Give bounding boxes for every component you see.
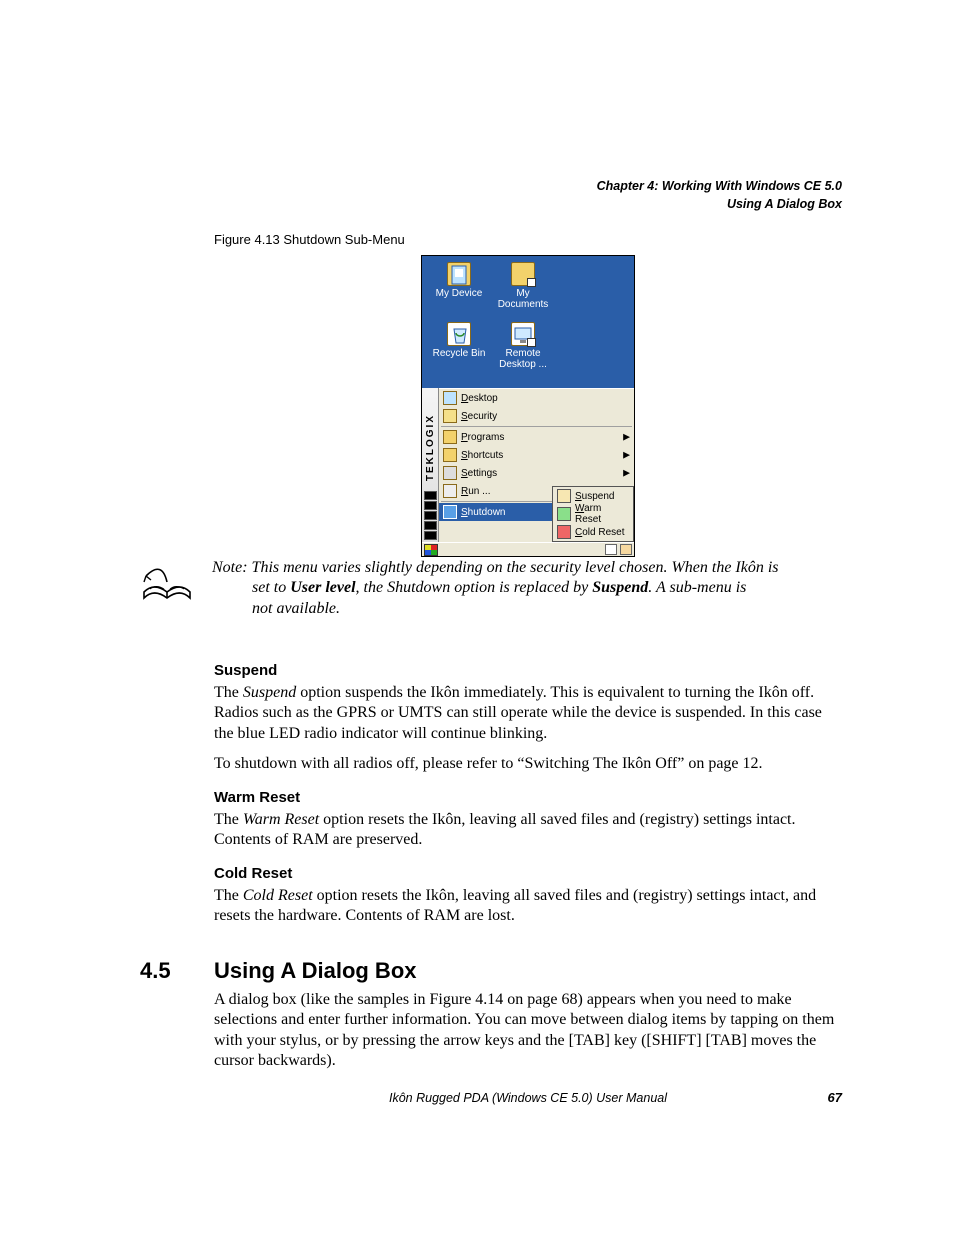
ce-screenshot: My Device My Documents Recycle Bin <box>421 255 635 557</box>
desktop-icon-label: My Documents <box>492 288 554 310</box>
text-italic: Suspend <box>243 684 296 701</box>
note-block: Note: This menu varies slightly dependin… <box>140 558 842 619</box>
page-number: 67 <box>828 1090 842 1105</box>
menu-item-shortcuts[interactable]: Shortcuts ▶ <box>439 446 634 464</box>
folder-icon <box>511 262 535 286</box>
warm-reset-icon <box>557 507 571 521</box>
header-chapter: Chapter 4: Working With Windows CE 5.0 <box>597 178 842 196</box>
gear-icon <box>443 466 457 480</box>
folder-icon <box>443 448 457 462</box>
note-strong: User level <box>290 579 355 596</box>
figure-caption: Figure 4.13 Shutdown Sub-Menu <box>214 232 842 247</box>
screenshot-wrap: My Device My Documents Recycle Bin <box>214 255 842 557</box>
start-button-icon[interactable] <box>424 544 438 556</box>
sections: Suspend The Suspend option suspends the … <box>214 648 842 937</box>
device-icon <box>447 262 471 286</box>
running-header: Chapter 4: Working With Windows CE 5.0 U… <box>597 178 842 213</box>
note-strong: Suspend <box>592 579 648 596</box>
sidebar-glyphs <box>424 491 437 542</box>
chevron-right-icon: ▶ <box>623 468 630 479</box>
text: The <box>214 887 243 904</box>
cold-reset-icon <box>557 525 571 539</box>
menu-item-label: Programs <box>461 432 504 443</box>
run-icon <box>443 484 457 498</box>
desktop-icon-my-device[interactable]: My Device <box>428 262 490 299</box>
power-icon <box>443 505 457 519</box>
note-line: not available. <box>212 599 779 619</box>
note-line: , the Shutdown option is replaced by <box>356 579 593 596</box>
header-section: Using A Dialog Box <box>597 196 842 214</box>
paragraph: The Cold Reset option resets the Ikôn, l… <box>214 886 842 927</box>
heading-suspend: Suspend <box>214 662 842 679</box>
submenu-item-warm-reset[interactable]: Warm Reset <box>553 505 633 523</box>
folder-icon <box>443 430 457 444</box>
figure-block: Figure 4.13 Shutdown Sub-Menu My Device … <box>214 232 842 567</box>
menu-item-security[interactable]: Security <box>439 407 634 425</box>
menu-item-label: Desktop <box>461 393 498 404</box>
menu-item-programs[interactable]: Programs ▶ <box>439 428 634 446</box>
desktop-icon-label: My Device <box>428 288 490 299</box>
heading-cold-reset: Cold Reset <box>214 865 842 882</box>
ce-taskbar <box>422 542 634 556</box>
menu-item-settings[interactable]: Settings ▶ <box>439 464 634 482</box>
desktop-icon-my-documents[interactable]: My Documents <box>492 262 554 310</box>
text: option suspends the Ikôn immediately. Th… <box>214 684 822 742</box>
note-line: This menu varies slightly depending on t… <box>248 559 779 576</box>
paragraph: The Suspend option suspends the Ikôn imm… <box>214 683 842 744</box>
desktop-icon-remote-desktop[interactable]: Remote Desktop ... <box>492 322 554 370</box>
section-heading-row: 4.5 Using A Dialog Box <box>140 958 842 984</box>
suspend-icon <box>557 489 571 503</box>
text-italic: Warm Reset <box>243 811 319 828</box>
submenu-item-cold-reset[interactable]: Cold Reset <box>553 523 633 541</box>
menu-separator <box>441 426 632 427</box>
text-italic: Cold Reset <box>243 887 313 904</box>
heading-warm-reset: Warm Reset <box>214 789 842 806</box>
note-line: set to <box>252 579 290 596</box>
chevron-right-icon: ▶ <box>623 432 630 443</box>
note-prefix: Note: <box>212 559 248 576</box>
paragraph: A dialog box (like the samples in Figure… <box>214 990 842 1072</box>
paragraph: The Warm Reset option resets the Ikôn, l… <box>214 810 842 851</box>
menu-item-label: Security <box>461 411 497 422</box>
menu-item-desktop[interactable]: Desktop <box>439 389 634 407</box>
section-title: Using A Dialog Box <box>214 958 417 984</box>
menu-item-label: Shortcuts <box>461 450 503 461</box>
paragraph: To shutdown with all radios off, please … <box>214 754 842 774</box>
section-number: 4.5 <box>140 958 214 984</box>
brand-text: TEKLOGIX <box>425 414 436 489</box>
desktop-icon-label: Remote Desktop ... <box>492 348 554 370</box>
desktop-icon-label: Recycle Bin <box>428 348 490 359</box>
lock-icon <box>443 409 457 423</box>
menu-item-label: Shutdown <box>461 507 505 518</box>
book-icon <box>140 558 194 606</box>
remote-desktop-icon <box>511 322 535 346</box>
start-sidebar: TEKLOGIX <box>422 388 439 542</box>
submenu-item-label: Warm Reset <box>575 503 629 525</box>
menu-item-label: Settings <box>461 468 497 479</box>
submenu-item-label: Cold Reset <box>575 527 624 538</box>
ce-desktop: My Device My Documents Recycle Bin <box>422 256 634 388</box>
section-body: A dialog box (like the samples in Figure… <box>214 990 842 1082</box>
shutdown-submenu: Suspend Warm Reset Cold Reset <box>552 486 634 542</box>
desktop-icon-recycle-bin[interactable]: Recycle Bin <box>428 322 490 359</box>
page: Chapter 4: Working With Windows CE 5.0 U… <box>0 0 954 1235</box>
chevron-right-icon: ▶ <box>623 450 630 461</box>
recycle-icon <box>447 322 471 346</box>
footer-center: Ikôn Rugged PDA (Windows CE 5.0) User Ma… <box>214 1091 842 1105</box>
text: The <box>214 684 243 701</box>
tray-icon[interactable] <box>620 544 632 555</box>
note-line: . A sub-menu is <box>648 579 746 596</box>
tray-icon[interactable] <box>605 544 617 555</box>
menu-item-label: Run ... <box>461 486 490 497</box>
desktop-icon <box>443 391 457 405</box>
text: The <box>214 811 243 828</box>
note-text: Note: This menu varies slightly dependin… <box>212 558 779 619</box>
submenu-item-label: Suspend <box>575 491 614 502</box>
